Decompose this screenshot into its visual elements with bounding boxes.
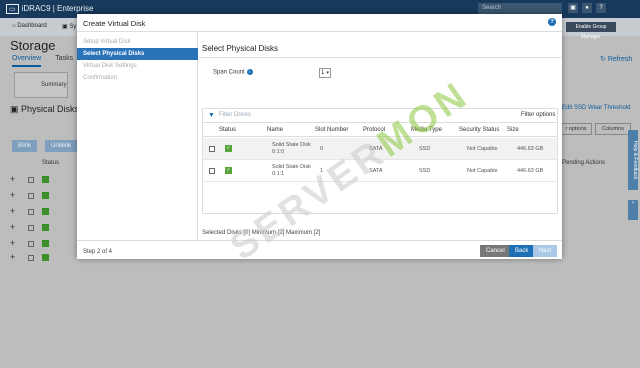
table-row[interactable]: + xyxy=(10,190,70,204)
help-icon[interactable]: ? xyxy=(596,3,606,13)
help-icon[interactable]: ? xyxy=(548,18,556,26)
step-count: Step 2 of 4 xyxy=(83,249,113,255)
physical-disks-title: ▣ Physical Disks xyxy=(10,104,80,114)
nav-dashboard[interactable]: ⌂ Dashboard xyxy=(12,23,47,29)
span-count-label: Span Count i xyxy=(213,69,253,76)
status-ok-icon: ✓ xyxy=(225,167,232,174)
media-type: SSD xyxy=(419,168,431,174)
security-status: Not Capable xyxy=(467,168,498,174)
filter-icon: ▼ xyxy=(208,112,215,119)
step-select-physical-disks[interactable]: Select Physical Disks xyxy=(77,48,198,60)
divider xyxy=(199,57,562,58)
collapse-icon[interactable]: ‹ xyxy=(628,200,638,220)
table-row[interactable]: + xyxy=(10,252,70,266)
span-count-select[interactable]: 1 ▾ xyxy=(319,68,331,78)
row-checkbox[interactable] xyxy=(209,168,215,174)
cancel-button[interactable]: Cancel xyxy=(480,245,511,257)
pending-actions-header: Pending Actions xyxy=(562,160,606,166)
chevron-down-icon: ▾ xyxy=(326,70,329,76)
ssd-threshold-link[interactable]: Edit SSD Wear Threshold xyxy=(562,105,630,111)
col-security-status[interactable]: Security Status xyxy=(459,127,499,133)
status-header: Status xyxy=(42,160,60,166)
columns-button[interactable]: Columns xyxy=(595,123,631,135)
dialog-header: Create Virtual Disk ? xyxy=(77,14,562,32)
brand-logo: ▭ iDRAC9 | Enterprise xyxy=(6,4,94,14)
disk-action-buttons: Blink Unblink xyxy=(12,140,78,152)
table-row[interactable]: + xyxy=(10,238,70,252)
nav-system[interactable]: ▣ Sy xyxy=(62,23,76,30)
col-name[interactable]: Name xyxy=(267,127,283,133)
next-button[interactable]: Next xyxy=(533,245,558,257)
step-confirmation[interactable]: Confirmation xyxy=(77,72,198,84)
section-title: Select Physical Disks xyxy=(202,44,279,53)
refresh-link[interactable]: ↻ Refresh xyxy=(600,55,632,63)
info-icon[interactable]: i xyxy=(246,69,253,75)
help-feedback-tab[interactable]: Help & Feedback xyxy=(628,130,638,190)
filter-options-link[interactable]: Filter options xyxy=(521,112,555,118)
row-checkbox[interactable] xyxy=(209,146,215,152)
tab-tasks[interactable]: Tasks xyxy=(55,55,73,67)
slot-number: 0 xyxy=(320,146,324,152)
filter-drives-input[interactable]: Filter Drives xyxy=(219,112,251,118)
table-row[interactable]: + xyxy=(10,174,70,188)
table-row[interactable]: + xyxy=(10,206,70,220)
user-icon[interactable]: ● xyxy=(582,3,592,13)
security-status: Not Capable xyxy=(467,146,498,152)
back-button[interactable]: Back xyxy=(509,245,535,257)
create-virtual-disk-dialog: Create Virtual Disk ? Setup Virtual Disk… xyxy=(77,14,562,259)
filter-bar: ▼ Filter Drives Filter options xyxy=(203,109,557,123)
disk-name: Solid State Disk 0:1:0 xyxy=(272,142,311,155)
status-ok-icon: ✓ xyxy=(225,145,232,152)
toolbar-icons: ▣ ● ? xyxy=(568,3,606,13)
filter-options-button-bg[interactable]: r options xyxy=(560,123,592,135)
unblink-button[interactable]: Unblink xyxy=(45,140,78,152)
col-size[interactable]: Size xyxy=(507,127,519,133)
col-status[interactable]: Status xyxy=(219,127,236,133)
col-slot-number[interactable]: Slot Number xyxy=(315,127,348,133)
size: 446.63 GB xyxy=(517,146,544,152)
table-row[interactable]: + xyxy=(10,222,70,236)
idrac-logo-icon: ▭ xyxy=(6,4,19,14)
page-title: Storage xyxy=(10,38,56,53)
wizard-steps: Setup Virtual Disk Select Physical Disks… xyxy=(77,32,198,240)
step-virtual-disk-settings[interactable]: Virtual Disk Settings xyxy=(77,60,198,72)
blink-button[interactable]: Blink xyxy=(12,140,38,152)
dialog-footer: Step 2 of 4 Cancel Back Next xyxy=(77,240,562,259)
dialog-title: Create Virtual Disk xyxy=(83,19,146,28)
enable-group-manager-button[interactable]: Enable Group Manager xyxy=(566,22,616,40)
server-icon[interactable]: ▣ xyxy=(568,3,578,13)
size: 446.63 GB xyxy=(517,168,544,174)
step-setup-virtual-disk[interactable]: Setup Virtual Disk xyxy=(77,36,198,48)
tab-overview[interactable]: Overview xyxy=(12,55,42,67)
summary-card[interactable]: Summary xyxy=(14,72,68,98)
tabs: Overview Tasks xyxy=(12,55,73,67)
